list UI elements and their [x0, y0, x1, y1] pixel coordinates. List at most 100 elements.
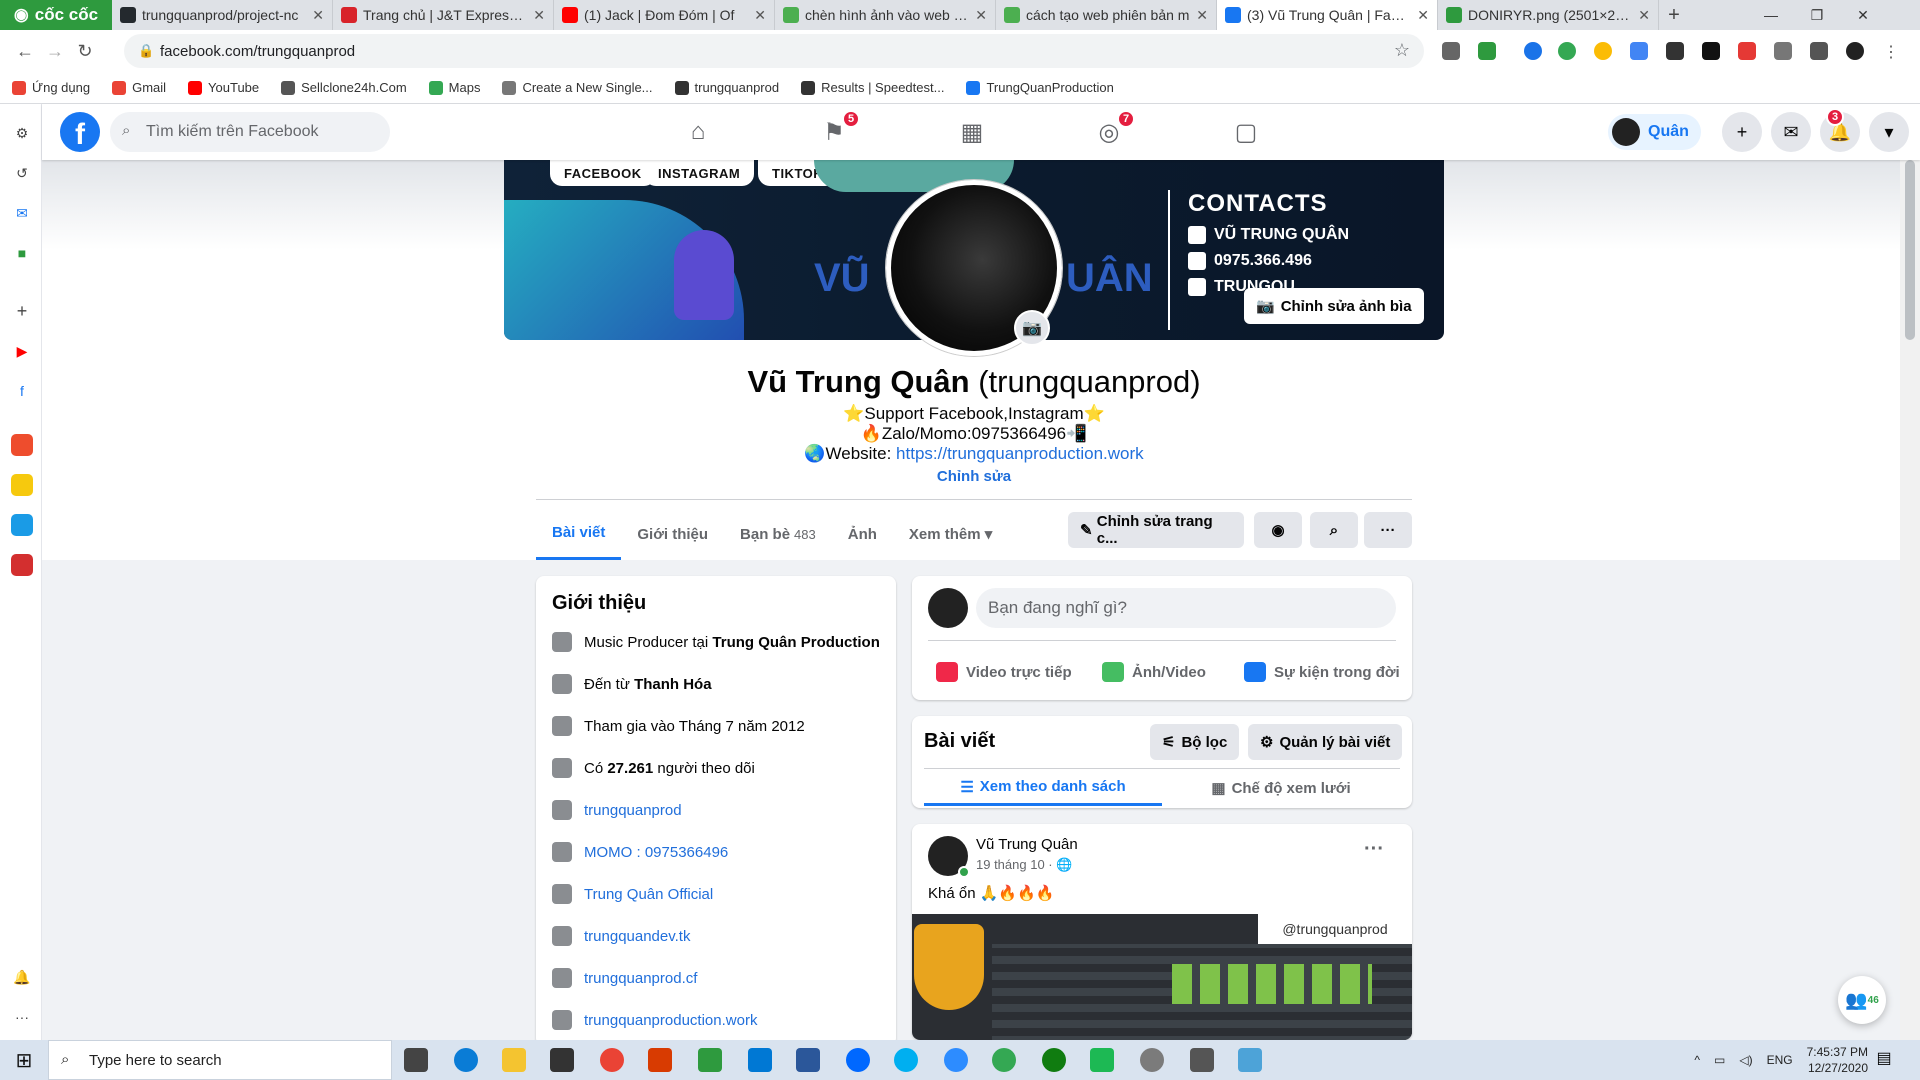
ext-icon-5[interactable]	[1666, 42, 1684, 60]
task-view-icon[interactable]	[404, 1048, 428, 1072]
intro-row[interactable]: MOMO : 0975366496	[552, 842, 728, 862]
profile-tab[interactable]: Giới thiệu	[621, 508, 724, 560]
filter-button[interactable]: ⚟ Bộ lọc	[1150, 724, 1240, 760]
bookmark-item[interactable]: Sellclone24h.Com	[281, 80, 407, 95]
intro-row[interactable]: Trung Quân Official	[552, 884, 713, 904]
app-icon-2[interactable]	[1238, 1048, 1262, 1072]
bookmark-item[interactable]: Maps	[428, 80, 480, 95]
zoom-icon[interactable]	[944, 1048, 968, 1072]
settings-icon[interactable]: ⚙	[11, 122, 33, 144]
composer-action-button[interactable]: Video trực tiếp	[936, 652, 1072, 692]
bookmark-item[interactable]: YouTube	[188, 80, 259, 95]
composer-action-button[interactable]: Sự kiện trong đời	[1244, 652, 1400, 692]
taskbar-search-input[interactable]: ⌕ Type here to search	[48, 1040, 392, 1080]
post-date[interactable]: 19 tháng 10 · 🌐	[976, 857, 1072, 873]
fl-studio-icon[interactable]	[1140, 1048, 1164, 1072]
browser-tab[interactable]: (3) Vũ Trung Quân | Faceb ✕	[1217, 0, 1438, 30]
profile-tab[interactable]: Ảnh	[832, 508, 893, 560]
close-tab-icon[interactable]: ✕	[1417, 7, 1429, 24]
close-tab-icon[interactable]: ✕	[312, 7, 324, 24]
edge-icon[interactable]	[454, 1048, 478, 1072]
reload-icon[interactable]: ↻	[70, 41, 100, 62]
scrollbar-thumb[interactable]	[1905, 160, 1915, 340]
messenger-button-icon[interactable]: ✉	[1771, 112, 1811, 152]
bookmark-star-icon[interactable]: ☆	[1394, 40, 1410, 61]
game-icon[interactable]: ■	[11, 242, 33, 264]
browser-brand[interactable]: ◉ cốc cốc	[0, 0, 112, 30]
edit-bio-link[interactable]: Chỉnh sửa	[504, 468, 1444, 485]
intro-row[interactable]: trungquandev.tk	[552, 926, 690, 946]
menu-icon[interactable]: ⋮	[1882, 42, 1900, 61]
coccoc-taskbar-icon[interactable]	[992, 1048, 1016, 1072]
download-ext-icon[interactable]	[1478, 42, 1496, 60]
browser-tab[interactable]: chèn hình ảnh vào web - Tì ✕	[775, 0, 996, 30]
volume-icon[interactable]: ◁)	[1739, 1053, 1752, 1067]
close-tab-icon[interactable]: ✕	[975, 7, 987, 24]
clock[interactable]: 7:45:37 PM 12/27/2020	[1807, 1044, 1868, 1076]
user-profile-button[interactable]: Quân	[1608, 114, 1701, 150]
intro-row[interactable]: trungquanprod.cf	[552, 968, 697, 988]
close-tab-icon[interactable]: ✕	[1638, 7, 1650, 24]
facebook-sidebar-icon[interactable]: f	[11, 380, 33, 402]
gaming-icon[interactable]: ▢	[1191, 104, 1301, 160]
close-window-button[interactable]: ✕	[1840, 0, 1886, 30]
zalo-icon[interactable]	[846, 1048, 870, 1072]
action-center-icon[interactable]: ▤	[1872, 1048, 1896, 1072]
windows-start-icon[interactable]: ⊞	[0, 1040, 48, 1080]
notification-bell-icon[interactable]: 🔔	[11, 966, 33, 988]
contacts-chat-button[interactable]: 👥 46	[1838, 976, 1886, 1024]
new-tab-button[interactable]: +	[1659, 4, 1689, 27]
post-more-icon[interactable]: ···	[1364, 838, 1384, 861]
store-icon[interactable]	[550, 1048, 574, 1072]
maximize-button[interactable]: ❐	[1794, 0, 1840, 30]
home-icon[interactable]: ⌂	[643, 104, 753, 160]
camera-icon[interactable]: 📷	[1014, 310, 1050, 346]
bookmark-item[interactable]: Gmail	[112, 80, 166, 95]
vtv-icon[interactable]	[11, 554, 33, 576]
file-explorer-icon[interactable]	[502, 1048, 526, 1072]
profile-tab[interactable]: Bạn bè 483	[724, 508, 832, 560]
facebook-search-input[interactable]: ⌕ Tìm kiếm trên Facebook	[110, 112, 390, 152]
bookmark-item[interactable]: Create a New Single...	[502, 80, 653, 95]
chevron-up-icon[interactable]: ^	[1694, 1053, 1700, 1067]
list-view-tab[interactable]: ☰ Xem theo danh sách	[924, 770, 1162, 806]
browser-tab[interactable]: Trang chủ | J&T Express Việ ✕	[333, 0, 554, 30]
browser-tab[interactable]: trungquanprod/project-nc ✕	[112, 0, 333, 30]
composer-action-button[interactable]: Ảnh/Video	[1102, 652, 1206, 692]
shield-ext-icon[interactable]	[1442, 42, 1460, 60]
line-icon[interactable]	[1090, 1048, 1114, 1072]
post-author[interactable]: Vũ Trung Quân	[976, 836, 1078, 853]
profile-icon[interactable]	[1846, 42, 1864, 60]
composer-input[interactable]: Bạn đang nghĩ gì?	[976, 588, 1396, 628]
messenger-icon[interactable]: ✉	[11, 202, 33, 224]
profile-tab[interactable]: Xem thêm ▾	[893, 508, 1008, 560]
close-tab-icon[interactable]: ✕	[754, 7, 766, 24]
camtasia-icon[interactable]	[698, 1048, 722, 1072]
browser-tab[interactable]: cách tạo web phiên bản m ✕	[996, 0, 1217, 30]
pages-flag-icon[interactable]: ⚑	[779, 104, 889, 160]
translate-ext-icon[interactable]	[1524, 42, 1542, 60]
view-as-eye-icon[interactable]: ◉	[1254, 512, 1302, 548]
close-tab-icon[interactable]: ✕	[1196, 7, 1208, 24]
profile-search-icon[interactable]: ⌕	[1310, 512, 1358, 548]
sale-icon[interactable]	[11, 514, 33, 536]
back-icon[interactable]: ←	[10, 41, 40, 62]
bookmark-item[interactable]: TrungQuanProduction	[966, 80, 1114, 95]
mail-icon[interactable]	[748, 1048, 772, 1072]
url-field[interactable]: 🔒 facebook.com/trungquanprod ☆	[124, 34, 1424, 68]
bookmark-item[interactable]: Results | Speedtest...	[801, 80, 944, 95]
ext-icon-3[interactable]	[1594, 42, 1612, 60]
shopee-icon[interactable]	[11, 434, 33, 456]
app-icon[interactable]	[1190, 1048, 1214, 1072]
youtube-sidebar-icon[interactable]: ▶	[11, 340, 33, 362]
account-menu-icon[interactable]: ▾	[1869, 112, 1909, 152]
close-tab-icon[interactable]: ✕	[533, 7, 545, 24]
grid-view-tab[interactable]: ▦ Chế độ xem lưới	[1162, 770, 1400, 806]
bookmark-item[interactable]: Ứng dụng	[12, 80, 90, 95]
ext-icon-2[interactable]	[1558, 42, 1576, 60]
manage-posts-button[interactable]: ⚙ Quản lý bài viết	[1248, 724, 1403, 760]
history-icon[interactable]: ↺	[11, 162, 33, 184]
more-options-icon[interactable]: ···	[1364, 512, 1412, 548]
browser-tab[interactable]: (1) Jack | Đom Đóm | Of ✕	[554, 0, 775, 30]
skype-icon[interactable]	[894, 1048, 918, 1072]
